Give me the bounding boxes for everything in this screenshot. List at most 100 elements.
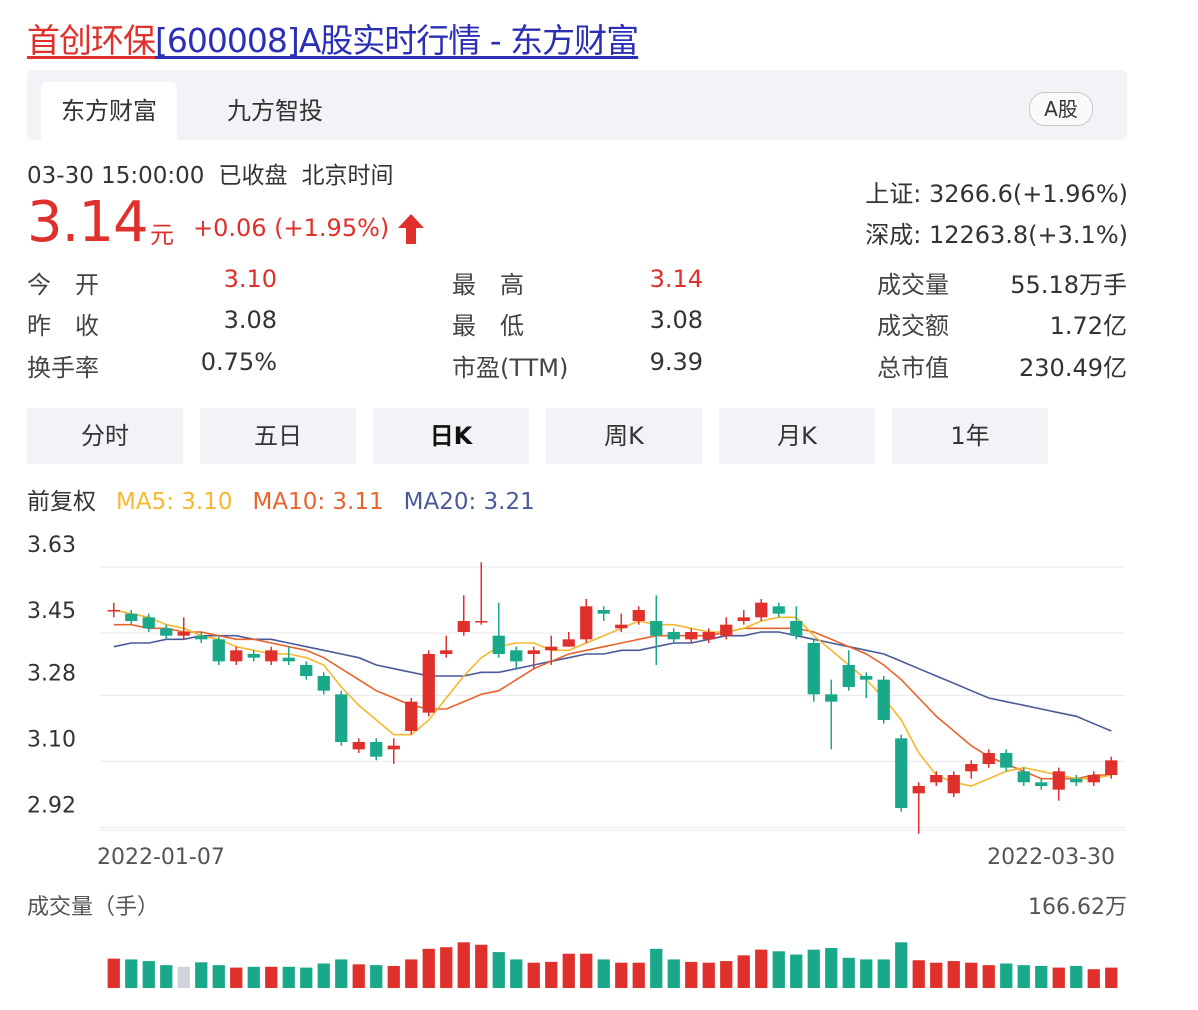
x-end-label: 2022-03-30 [987,845,1115,870]
volume-bar [562,953,575,988]
quote-time-line: 03-30 15:00:00 已收盘 北京时间 [27,156,407,190]
candle-body [947,775,960,794]
index-shanghai[interactable]: 上证: 3266.6(+1.96%) [865,174,1128,209]
y-tick-label: 2.92 [27,793,76,818]
candle-body [1087,775,1100,783]
price-change: +0.06 (+1.95%) [193,214,390,242]
volume-bar [790,954,803,988]
volume-bar [1035,965,1048,988]
ma5-line [113,609,1112,787]
ma-legend: 前复权 MA5: 3.10 MA10: 3.11 MA20: 3.21 [27,482,555,516]
candle-body [1000,753,1013,768]
candle-body [107,610,120,612]
volume-bar [737,955,750,988]
ma5-label: MA5: 3.10 [116,489,233,515]
candle-body [335,694,348,742]
period-intraday-button[interactable]: 分时 [27,408,183,464]
page-title-link[interactable]: 首创环保[600008]A股实时行情 - 东方财富 [27,14,639,62]
candle-body [720,624,733,636]
candle-body [650,621,663,636]
volume-bar [160,965,173,988]
stat-pe-label: 市盈(TTM) [452,354,569,382]
candle-body [860,676,873,680]
quote-datetime: 03-30 15:00:00 [27,163,205,189]
stat-turnover-rate-label: 换手率 [27,354,99,382]
candle-body [1035,782,1048,786]
candle-body [457,621,470,632]
volume-bar [1000,963,1013,988]
period-5day-button[interactable]: 五日 [200,408,356,464]
kline-chart[interactable]: 3.63 3.45 3.28 3.10 2.92 2022-01-07 2022-03-30… [0,520,1198,1010]
volume-bar [947,961,960,988]
volume-bar [387,965,400,988]
stat-prevclose-value: 3.08 [223,306,277,334]
volume-bar [300,967,313,988]
candle-body [405,701,418,731]
volume-bar [335,959,348,988]
stat-pe-value: 9.39 [649,348,703,376]
volume-bar [860,959,873,988]
period-weekly-k-button[interactable]: 周K [546,408,702,464]
candle-body [615,624,628,629]
candle-body [842,665,855,687]
candle-body [825,694,838,702]
candle-body [772,606,785,614]
volume-bar [107,958,120,988]
candle-body [212,639,225,662]
timezone-label: 北京时间 [301,163,394,189]
period-monthly-k-button[interactable]: 月K [719,408,875,464]
volume-bar [230,967,243,988]
stat-turnover-rate-value: 0.75% [200,348,277,376]
volume-bar [527,962,540,988]
candle-body [142,617,155,629]
volume-bar [702,962,715,988]
candle-body [877,679,890,720]
volume-bar [650,948,663,988]
volume-bar [965,962,978,988]
volume-bar [597,959,610,988]
volume-bar [615,962,628,988]
candle-body [160,628,173,636]
title-rest[interactable]: [600008]A股实时行情 - 东方财富 [155,21,639,60]
volume-label: 成交量（手） [27,895,159,920]
volume-bar [1017,965,1030,988]
candle-body [195,635,208,640]
volume-bar [212,965,225,988]
stat-turnover-amount-value: 1.72亿 [1049,312,1127,340]
candle-body [230,650,243,662]
adjust-mode-label[interactable]: 前复权 [27,489,96,515]
volume-bar [265,966,278,988]
period-1year-button[interactable]: 1年 [892,408,1048,464]
candle-body [510,650,523,662]
candle-body [125,613,138,621]
volume-bar [457,942,470,988]
candle-body [1017,771,1030,783]
y-tick-label: 3.10 [27,727,76,752]
candle-body [807,643,820,695]
volume-bar [807,949,820,988]
price-unit: 元 [150,221,174,249]
stat-low-label: 最 低 [452,312,524,340]
stat-high-label: 最 高 [452,271,524,299]
ma10-label: MA10: 3.11 [252,489,384,515]
y-tick-label: 3.45 [27,599,76,624]
tab-eastmoney[interactable]: 东方财富 [41,82,177,140]
volume-bar [842,957,855,988]
volume-bar [667,959,680,988]
tab-jiufang[interactable]: 九方智投 [207,82,343,140]
a-share-badge[interactable]: A股 [1029,92,1093,126]
volume-bar [545,961,558,988]
index-shenzhen[interactable]: 深成: 12263.8(+3.1%) [865,215,1128,250]
period-daily-k-button[interactable]: 日K [373,408,529,464]
stock-name[interactable]: 首创环保 [27,21,156,60]
stat-volume-label: 成交量 [877,271,949,299]
volume-bar [912,960,925,988]
stat-low-value: 3.08 [649,306,703,334]
candle-body [667,632,680,640]
candle-body [685,632,698,640]
candle-body [912,786,925,794]
volume-bar [685,961,698,988]
volume-bar [772,951,785,988]
volume-bar [370,965,383,988]
stat-open-value: 3.10 [223,265,277,293]
